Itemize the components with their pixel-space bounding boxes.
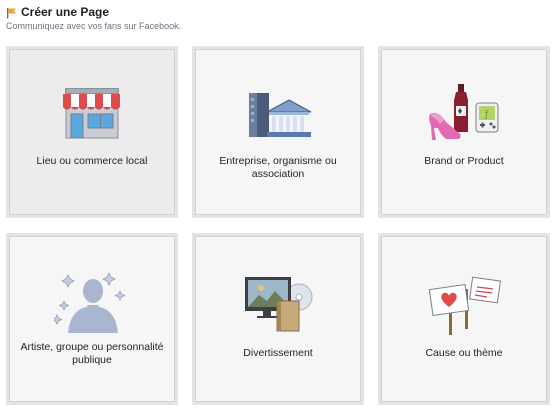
category-label: Lieu ou commerce local — [36, 155, 148, 167]
category-label: Brand or Product — [424, 155, 504, 167]
page-subtitle: Communiquez avec vos fans sur Facebook. — [6, 21, 182, 31]
buildings-icon — [243, 90, 313, 145]
artist-silhouette-icon — [51, 267, 130, 342]
category-card-company[interactable]: Entreprise, organisme ou association — [192, 46, 364, 218]
protest-signs-icon — [427, 273, 501, 342]
category-label: Entreprise, organisme ou association — [219, 155, 337, 180]
products-icon: ƒ — [428, 82, 500, 149]
category-card-cause[interactable]: Cause ou thème — [378, 233, 550, 405]
category-label: Artiste, groupe ou personnalité publique — [20, 341, 164, 366]
page-header: Créer une Page Communiquez avec vos fans… — [6, 4, 546, 32]
page-category-grid: Lieu ou commerce local Entreprise, organ… — [6, 46, 555, 411]
category-card-local-business[interactable]: Lieu ou commerce local — [6, 46, 178, 218]
category-card-artist[interactable]: Artiste, groupe ou personnalité publique — [6, 233, 178, 405]
category-card-entertainment[interactable]: Divertissement — [192, 233, 364, 405]
category-card-brand[interactable]: ƒ Brand or Product — [378, 46, 550, 218]
category-label: Divertissement — [243, 347, 313, 359]
category-label: Cause ou thème — [425, 347, 503, 359]
flag-icon — [6, 6, 17, 19]
page-title: Créer une Page — [21, 5, 110, 19]
entertainment-icon — [241, 275, 315, 338]
storefront-icon — [59, 88, 125, 145]
